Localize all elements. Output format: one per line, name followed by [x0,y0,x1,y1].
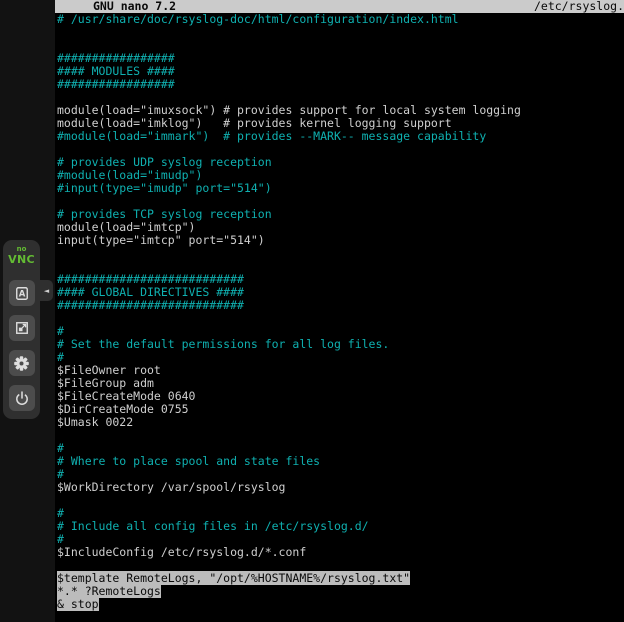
terminal-line[interactable] [57,312,624,325]
terminal-line[interactable]: & stop [57,598,624,611]
svg-text:A: A [18,289,25,299]
terminal-line[interactable]: ########################### [57,299,624,312]
terminal-line[interactable] [57,429,624,442]
nano-version: GNU nano 7.2 [55,0,176,13]
chevron-left-icon: ◄ [44,287,49,295]
terminal-line[interactable]: *.* ?RemoteLogs [57,585,624,598]
settings-button[interactable] [9,350,35,376]
power-button[interactable] [9,385,35,411]
vnc-control-panel: no VNC A [3,240,40,419]
vnc-logo: no VNC [8,246,35,268]
gear-icon [13,355,30,372]
clipboard-icon: A [14,285,30,301]
vnc-logo-vnc: VNC [8,253,35,266]
terminal-line[interactable] [57,26,624,39]
fullscreen-button[interactable] [9,315,35,341]
terminal-line[interactable]: # Where to place spool and state files [57,455,624,468]
terminal-line[interactable]: # Include all config files in /etc/rsysl… [57,520,624,533]
panel-collapse-handle[interactable]: ◄ [40,280,53,301]
terminal-line[interactable]: #module(load="immark") # provides --MARK… [57,130,624,143]
power-icon [14,390,30,406]
screen: no VNC A [0,0,624,622]
nano-titlebar: GNU nano 7.2 /etc/rsyslog. [55,0,624,13]
terminal-line[interactable]: # Set the default permissions for all lo… [57,338,624,351]
terminal-line[interactable] [57,494,624,507]
terminal-line[interactable]: # /usr/share/doc/rsyslog-doc/html/config… [57,13,624,26]
terminal-line[interactable]: $DirCreateMode 0755 [57,403,624,416]
terminal-line[interactable]: $WorkDirectory /var/spool/rsyslog [57,481,624,494]
terminal-line[interactable]: #input(type="imudp" port="514") [57,182,624,195]
terminal-line[interactable]: ################# [57,78,624,91]
terminal-window: GNU nano 7.2 /etc/rsyslog. # /usr/share/… [55,0,624,622]
terminal-body[interactable]: # /usr/share/doc/rsyslog-doc/html/config… [57,13,624,622]
terminal-line[interactable] [57,247,624,260]
fullscreen-icon [14,320,30,336]
terminal-line[interactable]: $IncludeConfig /etc/rsyslog.d/*.conf [57,546,624,559]
terminal-line[interactable]: $Umask 0022 [57,416,624,429]
nano-filename: /etc/rsyslog. [534,0,624,13]
terminal-line[interactable]: input(type="imtcp" port="514") [57,234,624,247]
clipboard-button[interactable]: A [9,280,35,306]
vnc-logo-no: no [8,246,35,253]
